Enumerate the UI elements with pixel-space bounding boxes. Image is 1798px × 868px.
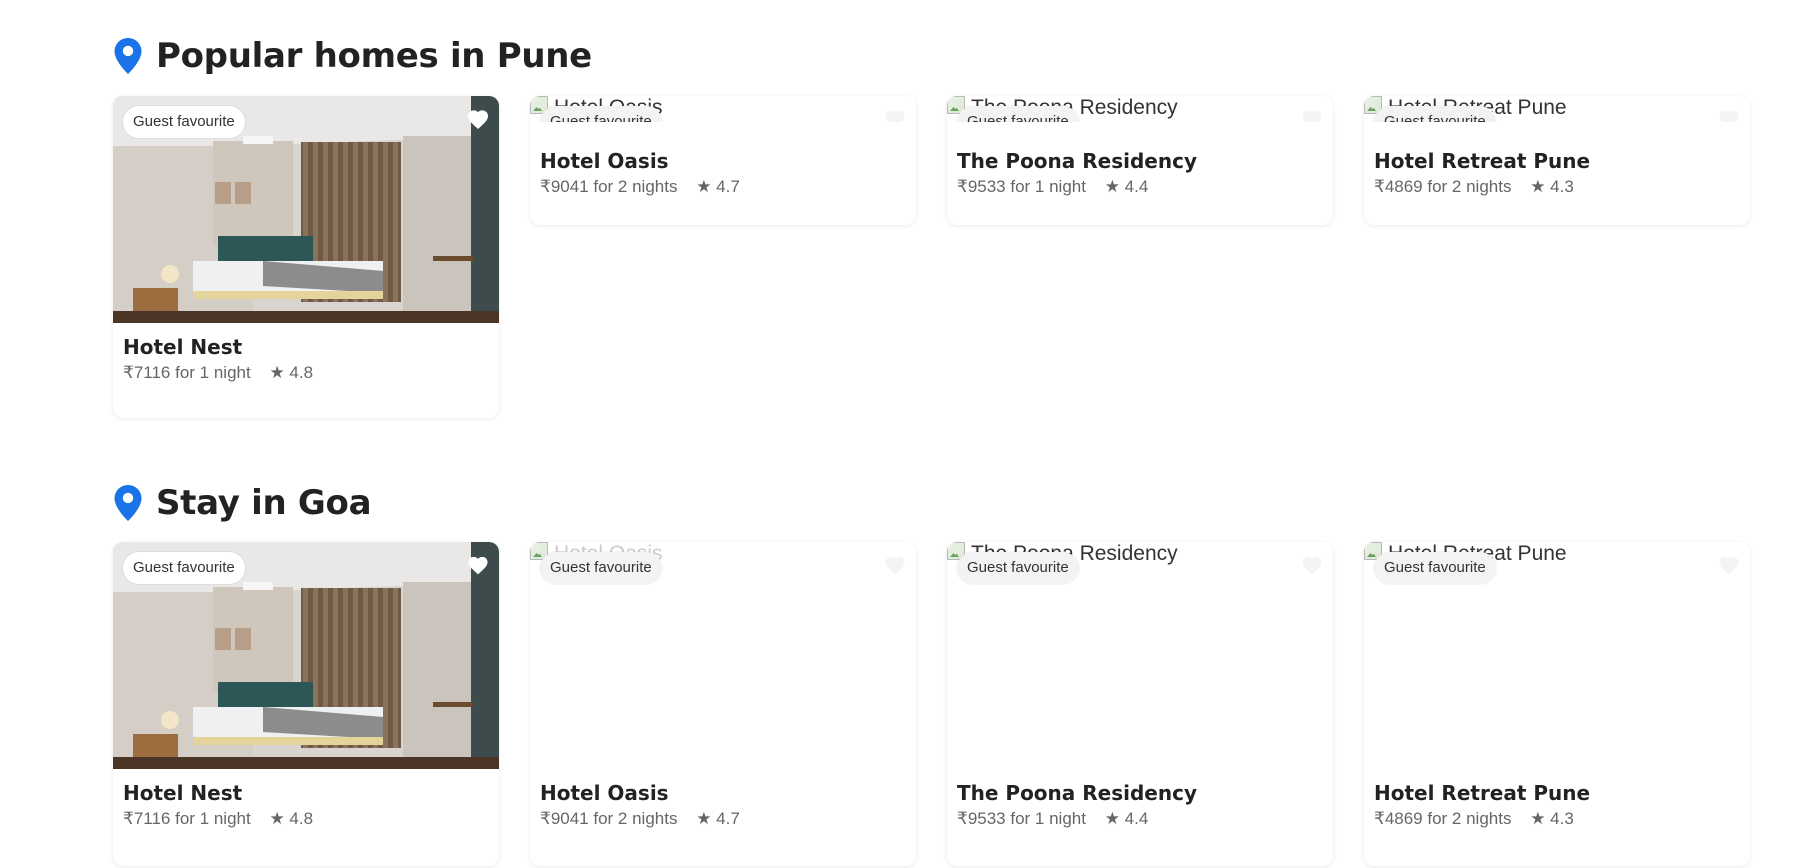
- listing-name: The Poona Residency: [957, 149, 1197, 173]
- section-title: Stay in Goa: [156, 483, 372, 523]
- listing-name: Hotel Oasis: [540, 781, 669, 805]
- listing-info: Hotel Nest ₹7116 for 1 night ★ 4.8: [113, 323, 499, 383]
- guest-favourite-badge: Guest favourite: [123, 552, 245, 584]
- listing-card-poona-residency[interactable]: The Poona Residency Guest favourite The …: [947, 96, 1333, 225]
- listing-name: Hotel Oasis: [540, 149, 669, 173]
- listing-info: Hotel Retreat Pune ₹4869 for 2 nights ★ …: [1364, 769, 1750, 829]
- listing-rating: ★ 4.8: [269, 809, 314, 828]
- heart-icon[interactable]: [1718, 555, 1740, 575]
- listing-meta: ₹9041 for 2 nights ★ 4.7: [540, 177, 906, 197]
- map-pin-icon: [114, 485, 142, 521]
- listing-meta: ₹4869 for 2 nights ★ 4.3: [1374, 809, 1740, 829]
- listing-card-hotel-oasis[interactable]: Hotel Oasis Guest favourite Hotel Oasis …: [530, 542, 916, 866]
- listing-photo[interactable]: Hotel Retreat Pune Guest favourite: [1364, 96, 1750, 122]
- listing-price: ₹7116 for 1 night: [123, 363, 251, 382]
- listing-meta: ₹9533 for 1 night ★ 4.4: [957, 177, 1323, 197]
- listing-photo[interactable]: The Poona Residency Guest favourite: [947, 96, 1333, 122]
- listing-price: ₹4869 for 2 nights: [1374, 177, 1512, 196]
- guest-favourite-badge: Guest favourite: [1374, 552, 1496, 584]
- listing-price: ₹9041 for 2 nights: [540, 809, 678, 828]
- heart-icon[interactable]: [884, 109, 906, 122]
- listing-rating: ★ 4.7: [696, 809, 740, 828]
- listing-rating: ★ 4.4: [1104, 809, 1149, 828]
- listing-info: Hotel Oasis ₹9041 for 2 nights ★ 4.7: [530, 769, 916, 829]
- listing-card-hotel-oasis[interactable]: Hotel Oasis Guest favourite Hotel Oasis …: [530, 96, 916, 225]
- guest-favourite-badge: Guest favourite: [957, 552, 1079, 584]
- listing-card-poona-residency[interactable]: The Poona Residency Guest favourite The …: [947, 542, 1333, 866]
- listing-meta: ₹7116 for 1 night ★ 4.8: [123, 809, 489, 829]
- section-heading: Stay in Goa: [114, 481, 372, 525]
- listing-info: The Poona Residency ₹9533 for 1 night ★ …: [947, 769, 1333, 829]
- listing-meta: ₹4869 for 2 nights ★ 4.3: [1374, 177, 1740, 197]
- listing-photo[interactable]: Guest favourite: [113, 542, 499, 769]
- listing-price: ₹9533 for 1 night: [957, 809, 1086, 828]
- listing-price: ₹9041 for 2 nights: [540, 177, 678, 196]
- listing-price: ₹7116 for 1 night: [123, 809, 251, 828]
- listing-meta: ₹9041 for 2 nights ★ 4.7: [540, 809, 906, 829]
- map-pin-icon: [114, 38, 142, 74]
- listing-photo[interactable]: Hotel Retreat Pune Guest favourite: [1364, 542, 1750, 769]
- listing-info: Hotel Retreat Pune ₹4869 for 2 nights ★ …: [1364, 122, 1750, 197]
- listing-price: ₹9533 for 1 night: [957, 177, 1086, 196]
- listing-card-hotel-nest[interactable]: Guest favourite Hotel Nest ₹7116 for 1 n…: [113, 542, 499, 866]
- listing-rating: ★ 4.3: [1530, 809, 1574, 828]
- heart-icon[interactable]: [467, 555, 489, 575]
- guest-favourite-badge: Guest favourite: [1374, 106, 1496, 122]
- listing-card-retreat-pune[interactable]: Hotel Retreat Pune Guest favourite Hotel…: [1364, 542, 1750, 866]
- listing-name: Hotel Nest: [123, 335, 243, 359]
- heart-icon[interactable]: [1301, 109, 1323, 122]
- listing-meta: ₹9533 for 1 night ★ 4.4: [957, 809, 1323, 829]
- listing-name: Hotel Nest: [123, 781, 243, 805]
- guest-favourite-badge: Guest favourite: [540, 106, 662, 122]
- listing-card-hotel-nest[interactable]: Guest favourite Hotel Nest ₹7116 for 1 n…: [113, 96, 499, 418]
- listing-rating: ★ 4.4: [1104, 177, 1149, 196]
- listing-info: Hotel Nest ₹7116 for 1 night ★ 4.8: [113, 769, 499, 829]
- listing-name: The Poona Residency: [957, 781, 1197, 805]
- listing-photo[interactable]: Hotel Oasis Guest favourite: [530, 542, 916, 769]
- listing-photo[interactable]: The Poona Residency Guest favourite: [947, 542, 1333, 769]
- guest-favourite-badge: Guest favourite: [123, 106, 245, 138]
- listing-info: The Poona Residency ₹9533 for 1 night ★ …: [947, 122, 1333, 197]
- heart-icon[interactable]: [884, 555, 906, 575]
- listing-photo[interactable]: Hotel Oasis Guest favourite: [530, 96, 916, 122]
- listing-card-retreat-pune[interactable]: Hotel Retreat Pune Guest favourite Hotel…: [1364, 96, 1750, 225]
- heart-icon[interactable]: [1718, 109, 1740, 122]
- listing-name: Hotel Retreat Pune: [1374, 781, 1591, 805]
- section-heading: Popular homes in Pune: [114, 34, 592, 78]
- guest-favourite-badge: Guest favourite: [540, 552, 662, 584]
- guest-favourite-badge: Guest favourite: [957, 106, 1079, 122]
- listing-name: Hotel Retreat Pune: [1374, 149, 1591, 173]
- listing-photo[interactable]: Guest favourite: [113, 96, 499, 323]
- listing-price: ₹4869 for 2 nights: [1374, 809, 1512, 828]
- heart-icon[interactable]: [467, 109, 489, 129]
- listing-info: Hotel Oasis ₹9041 for 2 nights ★ 4.7: [530, 122, 916, 197]
- heart-icon[interactable]: [1301, 555, 1323, 575]
- listing-rating: ★ 4.7: [696, 177, 740, 196]
- listing-rating: ★ 4.8: [269, 363, 314, 382]
- listing-rating: ★ 4.3: [1530, 177, 1574, 196]
- section-title: Popular homes in Pune: [156, 36, 592, 76]
- listing-meta: ₹7116 for 1 night ★ 4.8: [123, 363, 489, 383]
